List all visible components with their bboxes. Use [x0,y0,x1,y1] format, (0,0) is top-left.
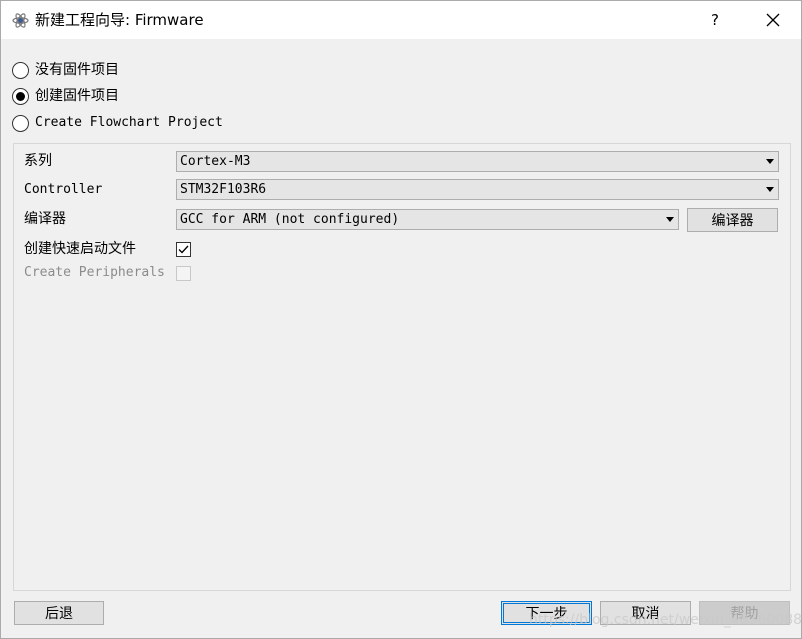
chevron-down-icon [766,159,774,164]
peripherals-label: Create Peripherals [24,265,165,280]
cancel-button[interactable]: 取消 [600,601,691,625]
window-title: 新建工程向导: Firmware [35,11,204,29]
title-help-button[interactable]: ? [697,1,733,39]
next-button[interactable]: 下一步 [501,601,592,625]
wizard-window: 新建工程向导: Firmware ? 没有固件项目 创建固件项目 Create … [0,0,802,639]
series-value: Cortex-M3 [180,154,251,169]
quickstart-label: 创建快速启动文件 [24,241,136,257]
radio-label: 没有固件项目 [35,62,119,78]
peripherals-checkbox[interactable] [176,266,191,281]
compiler-button[interactable]: 编译器 [687,208,778,232]
help-button[interactable]: 帮助 [699,601,790,625]
radio-label: Create Flowchart Project [35,115,223,130]
compiler-select[interactable]: GCC for ARM (not configured) [176,209,679,230]
controller-label: Controller [24,182,103,197]
chevron-down-icon [766,187,774,192]
radio-create-firmware[interactable]: 创建固件项目 [12,86,119,106]
close-icon [766,13,780,27]
radio-flowchart[interactable]: Create Flowchart Project [12,113,223,133]
series-select[interactable]: Cortex-M3 [176,151,779,172]
controller-select[interactable]: STM32F103R6 [176,179,779,200]
app-icon [12,13,29,28]
radio-button[interactable] [12,61,29,79]
radio-label: 创建固件项目 [35,88,119,104]
series-label: 系列 [24,153,52,169]
compiler-label: 编译器 [24,211,66,227]
quickstart-checkbox[interactable] [176,242,191,257]
title-bar: 新建工程向导: Firmware ? [1,1,801,39]
compiler-value: GCC for ARM (not configured) [180,212,400,227]
back-button[interactable]: 后退 [14,601,104,625]
radio-button[interactable] [12,87,29,105]
radio-no-firmware[interactable]: 没有固件项目 [12,60,119,80]
title-close-button[interactable] [751,1,795,39]
check-icon [178,245,189,254]
chevron-down-icon [666,217,674,222]
radio-button[interactable] [12,114,29,132]
controller-value: STM32F103R6 [180,182,267,197]
